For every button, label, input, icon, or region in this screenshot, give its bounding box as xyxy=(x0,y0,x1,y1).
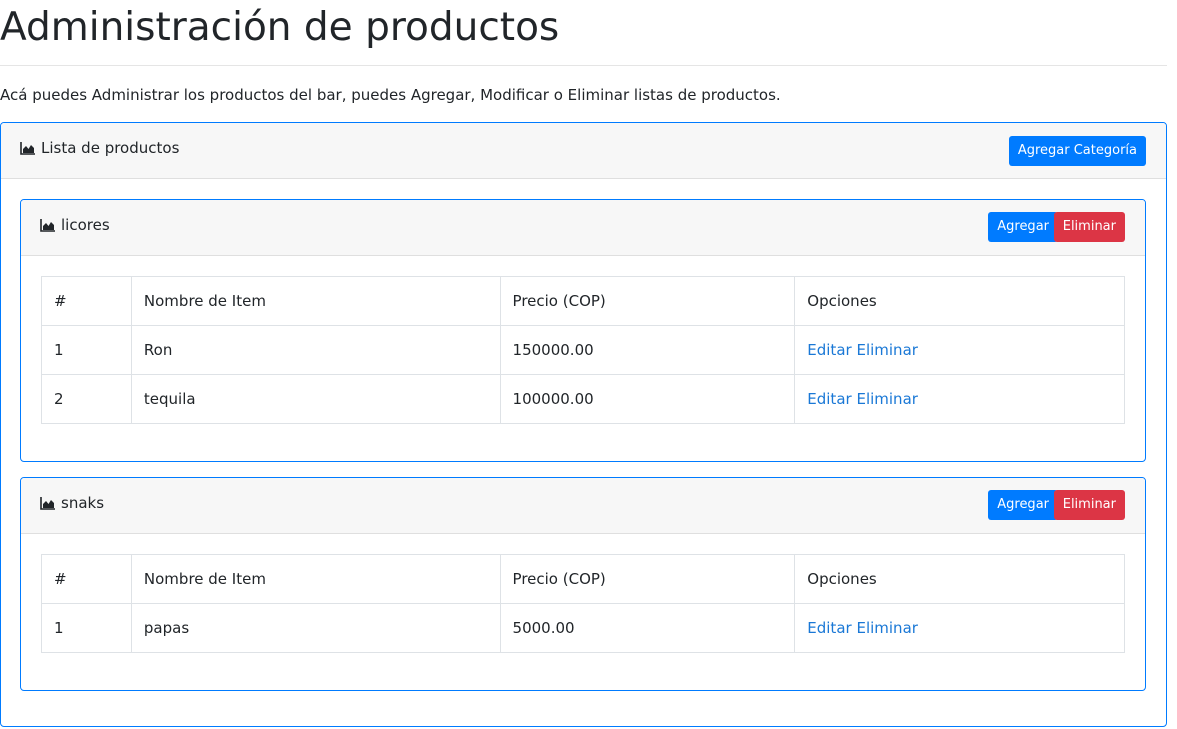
category-card-licores: licores Agregar Eliminar # Nombre de Ite… xyxy=(20,199,1146,462)
delete-item-link[interactable]: Eliminar xyxy=(856,390,917,408)
column-header-price: Precio (COP) xyxy=(499,276,796,326)
item-name: tequila xyxy=(130,374,501,424)
category-title-wrap: licores xyxy=(40,215,110,235)
page-title: Administración de productos xyxy=(0,5,560,50)
table-row: 1 papas 5000.00 Editar Eliminar xyxy=(41,603,1125,653)
table-header-row: # Nombre de Item Precio (COP) Opciones xyxy=(41,276,1125,326)
page: Administración de productos Acá puedes A… xyxy=(0,0,1177,729)
product-list-card: Lista de productos Agregar Categoría lic… xyxy=(0,122,1167,727)
edit-item-link[interactable]: Editar xyxy=(807,341,851,359)
item-options: Editar Eliminar xyxy=(794,603,1125,653)
delete-item-link[interactable]: Eliminar xyxy=(856,341,917,359)
delete-category-button[interactable]: Eliminar xyxy=(1053,490,1125,520)
category-title-wrap: snaks xyxy=(40,493,104,513)
item-number: 1 xyxy=(41,325,132,375)
product-list-title: Lista de productos xyxy=(41,139,180,157)
category-card-snaks: snaks Agregar Eliminar # Nombre de Item … xyxy=(20,477,1146,691)
item-number: 1 xyxy=(41,603,132,653)
area-chart-icon xyxy=(20,142,35,155)
item-options: Editar Eliminar xyxy=(794,374,1125,424)
delete-item-link[interactable]: Eliminar xyxy=(856,619,917,637)
column-header-options: Opciones xyxy=(794,554,1125,604)
edit-item-link[interactable]: Editar xyxy=(807,390,851,408)
item-price: 150000.00 xyxy=(499,325,796,375)
item-price: 5000.00 xyxy=(499,603,796,653)
items-table: # Nombre de Item Precio (COP) Opciones 1… xyxy=(41,276,1125,424)
item-price: 100000.00 xyxy=(499,374,796,424)
column-header-name: Nombre de Item xyxy=(130,276,501,326)
table-header-row: # Nombre de Item Precio (COP) Opciones xyxy=(41,554,1125,604)
product-list-header: Lista de productos Agregar Categoría xyxy=(1,123,1166,179)
table-row: 1 Ron 150000.00 Editar Eliminar xyxy=(41,325,1125,375)
column-header-options: Opciones xyxy=(794,276,1125,326)
item-name: papas xyxy=(130,603,501,653)
table-row: 2 tequila 100000.00 Editar Eliminar xyxy=(41,374,1125,424)
category-header: snaks Agregar Eliminar xyxy=(21,478,1145,534)
area-chart-icon xyxy=(40,497,55,510)
column-header-price: Precio (COP) xyxy=(499,554,796,604)
item-name: Ron xyxy=(130,325,501,375)
edit-item-link[interactable]: Editar xyxy=(807,619,851,637)
category-title: snaks xyxy=(61,494,105,512)
add-item-button[interactable]: Agregar xyxy=(988,212,1058,242)
item-options: Editar Eliminar xyxy=(794,325,1125,375)
column-header-number: # xyxy=(41,554,132,604)
delete-category-button[interactable]: Eliminar xyxy=(1053,212,1125,242)
column-header-name: Nombre de Item xyxy=(130,554,501,604)
category-header: licores Agregar Eliminar xyxy=(21,200,1145,256)
add-item-button[interactable]: Agregar xyxy=(988,490,1058,520)
category-title: licores xyxy=(61,216,110,234)
page-description: Acá puedes Administrar los productos del… xyxy=(0,86,781,104)
title-divider xyxy=(0,65,1167,66)
item-number: 2 xyxy=(41,374,132,424)
items-table: # Nombre de Item Precio (COP) Opciones 1… xyxy=(41,554,1125,653)
add-category-button[interactable]: Agregar Categoría xyxy=(1008,136,1146,166)
product-list-title-wrap: Lista de productos xyxy=(20,138,179,158)
column-header-number: # xyxy=(41,276,132,326)
area-chart-icon xyxy=(40,219,55,232)
